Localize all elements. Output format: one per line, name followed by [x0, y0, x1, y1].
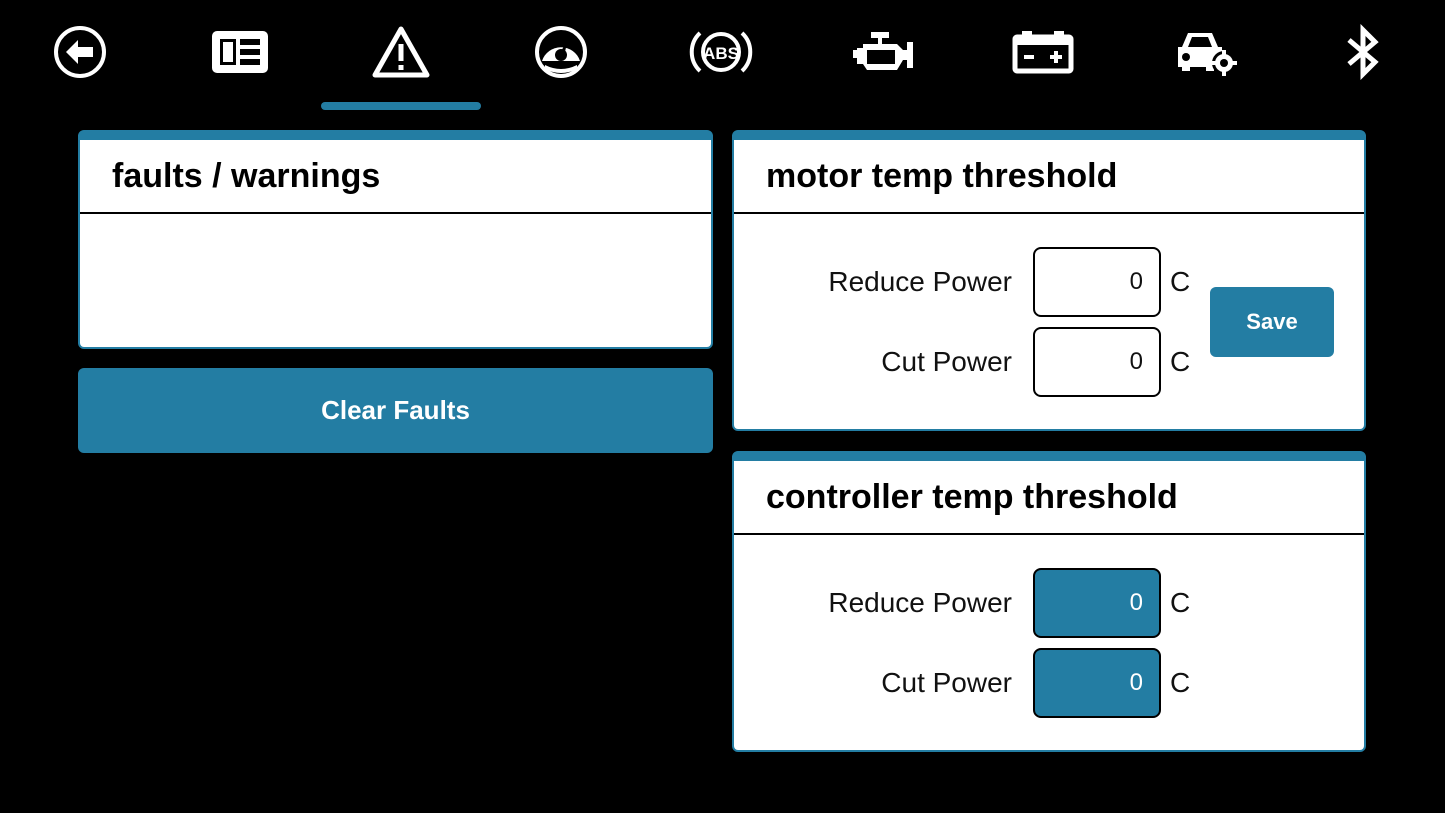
- controller-reduce-power-input[interactable]: [1033, 568, 1161, 638]
- controller-cut-power-label: Cut Power: [881, 667, 1012, 698]
- nav-dashboard-button[interactable]: [205, 18, 275, 86]
- motor-cut-power-label: Cut Power: [881, 346, 1012, 377]
- nav-vehicle-settings-button[interactable]: [1170, 18, 1240, 86]
- motor-reduce-power-label: Reduce Power: [828, 266, 1012, 297]
- motor-cut-power-input[interactable]: [1033, 327, 1161, 397]
- svg-text:ABS: ABS: [703, 44, 739, 63]
- motor-cut-power-unit: C: [1170, 346, 1191, 377]
- controller-cut-power-input[interactable]: [1033, 648, 1161, 718]
- controller-temp-panel: controller temp threshold Reduce Power C…: [732, 451, 1366, 752]
- controller-temp-panel-title: controller temp threshold: [734, 461, 1364, 535]
- controller-cut-power-unit: C: [1170, 667, 1191, 698]
- nav-bluetooth-button[interactable]: [1328, 18, 1398, 86]
- back-arrow-icon: [53, 25, 107, 79]
- controller-reduce-power-unit: C: [1170, 587, 1191, 618]
- nav-abs-button[interactable]: ABS: [686, 18, 756, 86]
- controller-reduce-power-label: Reduce Power: [828, 587, 1012, 618]
- motor-reduce-power-unit: C: [1170, 266, 1191, 297]
- clear-faults-button[interactable]: Clear Faults: [78, 368, 713, 453]
- faults-list[interactable]: [80, 214, 711, 347]
- motor-reduce-power-input[interactable]: [1033, 247, 1161, 317]
- nav-speedometer-button[interactable]: [526, 18, 596, 86]
- save-button[interactable]: Save: [1210, 287, 1334, 357]
- controller-cut-power-row: Cut Power C: [734, 648, 1364, 718]
- nav-back-button[interactable]: [45, 18, 115, 86]
- car-settings-icon: [1172, 27, 1238, 77]
- top-nav-bar: ABS: [0, 0, 1445, 112]
- faults-panel: faults / warnings: [78, 130, 713, 349]
- warning-triangle-icon: [371, 25, 431, 79]
- bluetooth-icon: [1343, 24, 1383, 80]
- motor-temp-panel: motor temp threshold Reduce Power C Cut …: [732, 130, 1366, 431]
- motor-temp-panel-title: motor temp threshold: [734, 140, 1364, 214]
- nav-warnings-button[interactable]: [366, 18, 436, 86]
- abs-icon: ABS: [688, 27, 754, 77]
- engine-icon: [851, 28, 915, 76]
- nav-battery-button[interactable]: [1008, 18, 1078, 86]
- active-tab-indicator: [321, 102, 481, 110]
- dashboard-layout-icon: [210, 29, 270, 75]
- controller-reduce-power-row: Reduce Power C: [734, 568, 1364, 638]
- nav-engine-button[interactable]: [848, 18, 918, 86]
- battery-icon: [1012, 29, 1074, 75]
- speedometer-icon: [534, 25, 588, 79]
- faults-panel-title: faults / warnings: [80, 140, 711, 214]
